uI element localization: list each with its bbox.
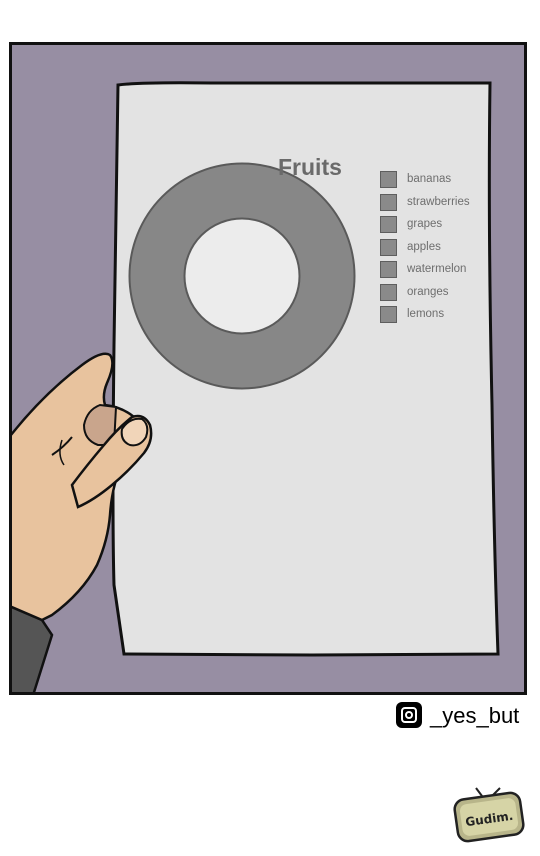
hand-illustration	[12, 352, 153, 692]
credit-handle: _yes_but	[430, 703, 520, 728]
instagram-icon	[396, 702, 422, 728]
comic-panel: Fruits bananas strawberries grapes apple…	[9, 42, 527, 695]
gudim-tv-logo: Gudim.	[453, 787, 525, 843]
